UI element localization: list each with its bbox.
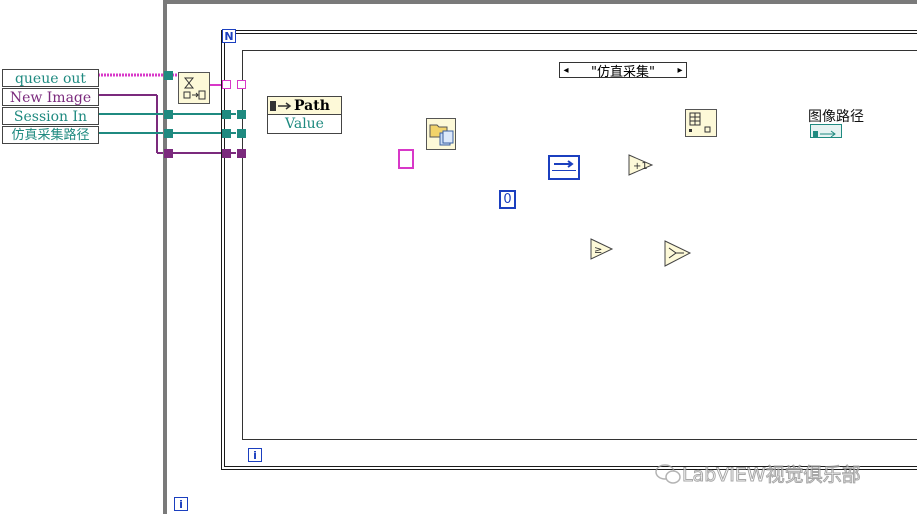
path-indicator[interactable]	[810, 124, 842, 138]
greater-equal-icon: ≥	[594, 245, 602, 256]
increment-node[interactable]: +1	[628, 154, 654, 176]
path-tunnel-outer	[164, 129, 173, 138]
pattern-string-constant[interactable]	[398, 149, 414, 169]
session-tunnel-case	[237, 110, 246, 119]
case-selector-label: "仿直采集"	[591, 64, 655, 80]
image-tunnel-loop	[222, 149, 231, 158]
property-node[interactable]: Path Value	[267, 96, 342, 134]
increment-icon: +1	[633, 161, 648, 172]
queue-tunnel	[164, 71, 173, 80]
case-prev-arrow[interactable]: ◂	[560, 65, 572, 76]
case-next-arrow[interactable]: ▸	[674, 65, 686, 76]
property-value-item[interactable]: Value	[268, 115, 341, 133]
array-size-icon	[552, 160, 576, 171]
case-selector[interactable]: ◂ "仿直采集" ▸	[559, 62, 687, 80]
path-tunnel-loop	[222, 129, 231, 138]
array-size-node[interactable]	[548, 155, 580, 180]
sim-path-control[interactable]: 仿真采集路径	[2, 126, 99, 144]
queue-icon	[183, 77, 206, 100]
outer-iteration-terminal: i	[174, 497, 188, 511]
session-tunnel-outer	[164, 110, 173, 119]
property-node-header: Path	[268, 97, 341, 115]
zero-constant[interactable]: 0	[499, 190, 516, 209]
property-class-label: Path	[294, 97, 330, 114]
path-property-icon	[270, 100, 292, 111]
list-folder-node[interactable]	[426, 118, 456, 150]
queue-tunnel-loop	[222, 80, 231, 89]
path-tunnel-case	[237, 129, 246, 138]
index-array-node[interactable]	[685, 109, 717, 137]
path-indicator-icon	[813, 130, 836, 138]
image-tunnel-case	[237, 149, 246, 158]
wechat-icon	[655, 463, 681, 484]
queue-node[interactable]	[178, 72, 210, 104]
session-tunnel-loop	[222, 110, 231, 119]
greater-equal-node[interactable]: ≥	[590, 238, 614, 260]
select-node[interactable]	[664, 240, 692, 268]
loop-iteration-terminal: i	[248, 448, 262, 462]
queue-out-control[interactable]: queue out	[2, 69, 99, 87]
new-image-control[interactable]: New Image	[2, 88, 99, 106]
queue-tunnel-case	[237, 80, 246, 89]
image-tunnel-outer	[164, 149, 173, 158]
path-indicator-label: 图像路径	[808, 109, 864, 125]
watermark-text: LabVIEW视觉俱乐部	[682, 464, 862, 487]
session-in-control[interactable]: Session In	[2, 107, 99, 125]
list-folder-icon	[429, 124, 454, 146]
watermark: LabVIEW视觉俱乐部	[654, 460, 861, 487]
loop-count-terminal[interactable]: N	[222, 29, 236, 43]
index-array-icon	[689, 112, 711, 133]
